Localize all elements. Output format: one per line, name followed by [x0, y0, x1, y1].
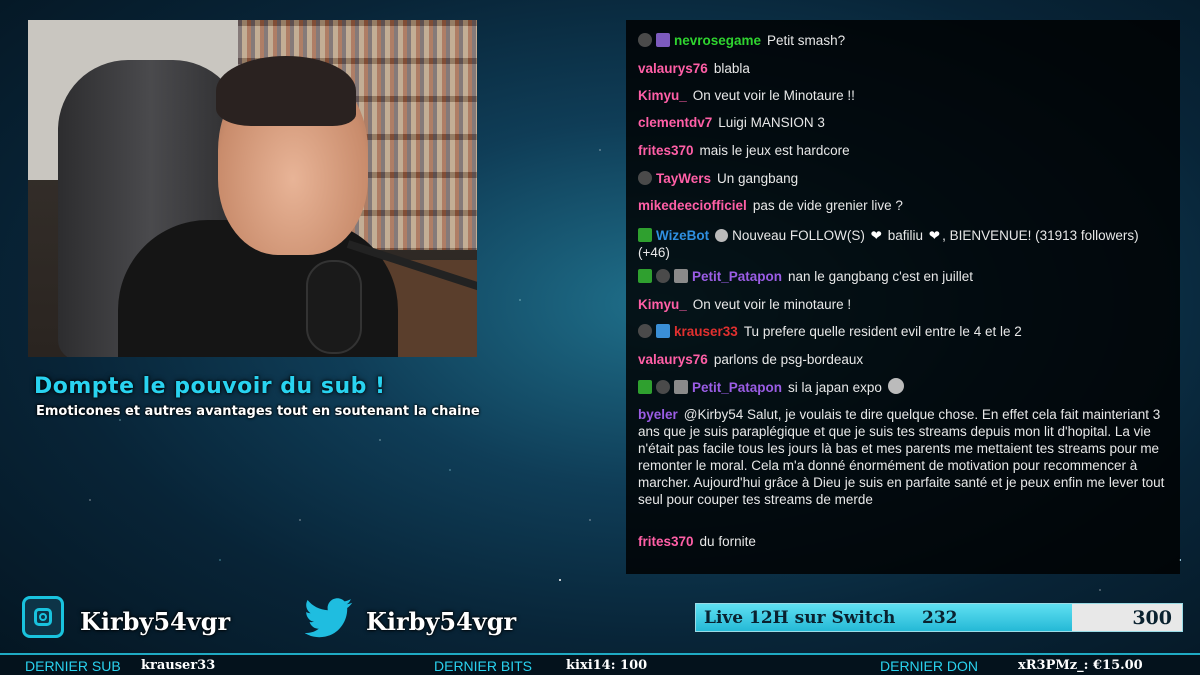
- chat-message: Petit_Patapon si la japan expo: [638, 378, 1168, 396]
- chat-message: valaurys76 blabla: [638, 60, 1168, 77]
- sub-goal-current: 232: [922, 608, 958, 628]
- chat-message-text: si la japan expo: [788, 380, 882, 395]
- chat-username[interactable]: clementdv7: [638, 115, 712, 130]
- prime-badge-icon: [674, 269, 688, 283]
- moderator-badge-icon: [638, 228, 652, 242]
- webcam-microphone: [306, 260, 362, 354]
- webcam-feed: [28, 20, 477, 357]
- chat-username[interactable]: nevrosegame: [674, 33, 761, 48]
- chat-panel[interactable]: nevrosegame Petit smash? valaurys76 blabla K…: [626, 20, 1180, 574]
- crown-badge-icon: [656, 324, 670, 338]
- chat-username[interactable]: Petit_Patapon: [692, 269, 782, 284]
- chat-message: clementdv7 Luigi MANSION 3: [638, 114, 1168, 131]
- sub-goal-bar: Live 12H sur Switch 232 300: [695, 603, 1183, 632]
- moderator-badge-icon: [638, 380, 652, 394]
- chat-message-text: Un gangbang: [717, 171, 799, 186]
- chat-username[interactable]: krauser33: [674, 324, 738, 339]
- chat-message-text: Tu prefere quelle resident evil entre le…: [743, 324, 1022, 339]
- webcam-streamer-hair: [216, 56, 356, 126]
- heart-icon: ❤: [928, 228, 941, 243]
- chat-message: mikedeeciofficiel pas de vide grenier liv…: [638, 197, 1168, 214]
- chat-username[interactable]: Petit_Patapon: [692, 380, 782, 395]
- chat-message-text: bafiliu: [883, 228, 927, 243]
- last-bits-value: kixi14: 100: [566, 658, 648, 673]
- face-emote-icon: [887, 378, 904, 394]
- chat-message-text: blabla: [713, 61, 750, 76]
- chat-message: Kimyu_ On veut voir le minotaure !: [638, 296, 1168, 313]
- chat-message-text: Nouveau FOLLOW(S): [732, 228, 869, 243]
- chat-message-text: mais le jeux est hardcore: [699, 143, 850, 158]
- heart-icon: ❤: [870, 228, 882, 243]
- chat-message-text: Luigi MANSION 3: [718, 115, 825, 130]
- prime-badge-icon: [674, 380, 688, 394]
- chat-username[interactable]: frites370: [638, 143, 694, 158]
- chat-message-text: du fornite: [699, 534, 756, 549]
- sub-goal-label: Live 12H sur Switch: [704, 608, 896, 628]
- follow-emote-icon: [715, 229, 729, 242]
- chat-username[interactable]: Kimyu_: [638, 297, 687, 312]
- bottom-info-bar: DERNIER SUB krauser33 DERNIER BITS kixi1…: [0, 653, 1200, 675]
- chat-username[interactable]: valaurys76: [638, 61, 708, 76]
- last-donation-label: DERNIER DON: [880, 658, 979, 674]
- chat-username[interactable]: TayWers: [656, 171, 711, 186]
- chat-message-text: On veut voir le minotaure !: [692, 297, 852, 312]
- moderator-badge-icon: [638, 269, 652, 283]
- chat-message: krauser33 Tu prefere quelle resident evil…: [638, 323, 1168, 340]
- chat-message: frites370 du fornite: [638, 533, 1168, 550]
- sub-goal-max: 300: [1132, 607, 1172, 629]
- user-badge-icon: [656, 380, 670, 394]
- chat-message: byeler @Kirby54 Salut, je voulais te dire…: [638, 406, 1168, 508]
- chat-username[interactable]: valaurys76: [638, 352, 708, 367]
- chat-username[interactable]: frites370: [638, 534, 694, 549]
- chat-message: Petit_Patapon nan le gangbang c'est en ju…: [638, 268, 1168, 285]
- chat-message-text: nan le gangbang c'est en juillet: [788, 269, 973, 284]
- user-badge-icon: [638, 33, 652, 47]
- chat-message: valaurys76 parlons de psg-bordeaux: [638, 351, 1168, 368]
- chat-username[interactable]: mikedeeciofficiel: [638, 198, 747, 213]
- promo-title: Dompte le pouvoir du sub !: [34, 374, 386, 399]
- last-bits-label: DERNIER BITS: [434, 658, 533, 674]
- twitter-icon: [305, 598, 353, 638]
- twitter-handle: Kirby54vgr: [366, 607, 517, 636]
- chat-message-text: On veut voir le Minotaure !!: [692, 88, 855, 103]
- user-badge-icon: [638, 324, 652, 338]
- chat-message-text: pas de vide grenier live ?: [752, 198, 903, 213]
- chat-message-text: parlons de psg-bordeaux: [713, 352, 864, 367]
- chat-username[interactable]: Kimyu_: [638, 88, 687, 103]
- instagram-handle: Kirby54vgr: [80, 607, 231, 636]
- subscriber-badge-icon: [656, 33, 670, 47]
- chat-message: Kimyu_ On veut voir le Minotaure !!: [638, 87, 1168, 104]
- last-donation-value: xR3PMz_: €15.00: [1018, 658, 1143, 673]
- chat-message: nevrosegame Petit smash?: [638, 32, 1168, 49]
- chat-message: TayWers Un gangbang: [638, 170, 1168, 187]
- user-badge-icon: [656, 269, 670, 283]
- user-badge-icon: [638, 171, 652, 185]
- chat-message-text: Petit smash?: [767, 33, 846, 48]
- chat-message: frites370 mais le jeux est hardcore: [638, 142, 1168, 159]
- chat-message-text: @Kirby54 Salut, je voulais te dire quelq…: [638, 407, 1165, 507]
- chat-username[interactable]: WizeBot: [656, 228, 709, 243]
- last-sub-value: krauser33: [141, 658, 216, 673]
- last-sub-label: DERNIER SUB: [25, 658, 121, 674]
- promo-subtitle: Emoticones et autres avantages tout en s…: [36, 404, 480, 419]
- chat-username[interactable]: byeler: [638, 407, 678, 422]
- chat-message: WizeBot Nouveau FOLLOW(S) ❤ bafiliu ❤, BI…: [638, 227, 1168, 261]
- instagram-icon: [22, 596, 64, 638]
